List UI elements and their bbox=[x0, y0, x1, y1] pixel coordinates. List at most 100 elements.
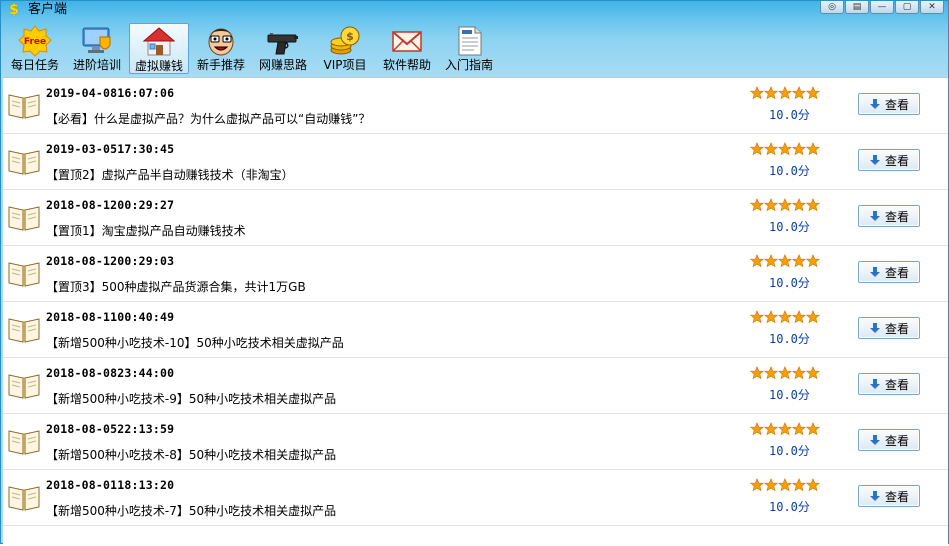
item-title[interactable]: 【置顶2】虚拟产品半自动赚钱技术（非淘宝） bbox=[46, 166, 294, 183]
help-icon: ◎ bbox=[828, 1, 836, 12]
close-button[interactable]: ✕ bbox=[920, 1, 944, 14]
item-score: 10.0分 bbox=[769, 388, 810, 402]
star-icon bbox=[750, 366, 764, 380]
toolbar-item-virtual-earning[interactable]: 虚拟赚钱 bbox=[129, 23, 189, 74]
list-item[interactable]: 2018-08-1100:40:49 【新增500种小吃技术-10】50种小吃技… bbox=[3, 302, 948, 358]
list-item[interactable]: 2018-08-0522:13:59 【新增500种小吃技术-8】50种小吃技术… bbox=[3, 414, 948, 470]
list-item[interactable]: 2019-04-0816:07:06 【必看】什么是虚拟产品？为什么虚拟产品可以… bbox=[3, 78, 948, 134]
star-icon bbox=[806, 366, 820, 380]
list-item[interactable]: 2018-08-0823:44:00 【新增500种小吃技术-9】50种小吃技术… bbox=[3, 358, 948, 414]
view-button-label: 查看 bbox=[884, 97, 909, 112]
star-icon bbox=[778, 422, 792, 436]
toolbar-label: 虚拟赚钱 bbox=[134, 59, 183, 73]
toolbar-item-getting-started[interactable]: 入门指南 bbox=[439, 23, 499, 74]
view-button[interactable]: 查看 bbox=[858, 485, 920, 507]
star-icon bbox=[750, 86, 764, 100]
star-icon bbox=[778, 142, 792, 156]
star-icon bbox=[750, 422, 764, 436]
item-title[interactable]: 【置顶1】淘宝虚拟产品自动赚钱技术 bbox=[46, 222, 246, 239]
toolbar-label: 新手推荐 bbox=[196, 58, 245, 72]
toolbar-item-software-help[interactable]: 软件帮助 bbox=[377, 23, 437, 74]
star-icon bbox=[778, 86, 792, 100]
list-item[interactable]: 2018-08-1200:29:27 【置顶1】淘宝虚拟产品自动赚钱技术 10.… bbox=[3, 190, 948, 246]
item-score: 10.0分 bbox=[769, 164, 810, 178]
star-icon bbox=[792, 198, 806, 212]
item-score: 10.0分 bbox=[769, 444, 810, 458]
star-icon bbox=[806, 86, 820, 100]
star-icon bbox=[764, 86, 778, 100]
star-icon bbox=[806, 422, 820, 436]
view-button-label: 查看 bbox=[884, 265, 909, 280]
star-icon bbox=[806, 142, 820, 156]
star-icon bbox=[792, 478, 806, 492]
item-date: 2018-08-1200:29:03 bbox=[46, 254, 175, 268]
view-button[interactable]: 查看 bbox=[858, 205, 920, 227]
item-title[interactable]: 【必看】什么是虚拟产品？为什么虚拟产品可以“自动赚钱”？ bbox=[46, 110, 370, 127]
toolbar-item-vip-projects[interactable]: $ VIP项目 bbox=[315, 23, 375, 74]
toolbar-item-daily-tasks[interactable]: Free 每日任务 bbox=[5, 23, 65, 74]
svg-text:$: $ bbox=[346, 30, 354, 43]
open-book-icon bbox=[8, 150, 40, 175]
rating-stars bbox=[750, 198, 822, 212]
toolbar-item-advanced-training[interactable]: 进阶培训 bbox=[67, 23, 127, 74]
rating-stars bbox=[750, 310, 822, 324]
star-icon bbox=[806, 198, 820, 212]
view-button-label: 查看 bbox=[884, 489, 909, 504]
star-icon bbox=[764, 478, 778, 492]
free-badge-icon: Free bbox=[18, 25, 52, 57]
item-title[interactable]: 【新增500种小吃技术-10】50种小吃技术相关虚拟产品 bbox=[46, 334, 344, 351]
list-item[interactable]: 2018-08-0118:13:20 【新增500种小吃技术-7】50种小吃技术… bbox=[3, 470, 948, 526]
download-arrow-icon bbox=[869, 155, 880, 165]
item-title[interactable]: 【新增500种小吃技术-7】50种小吃技术相关虚拟产品 bbox=[46, 502, 336, 519]
item-title[interactable]: 【新增500种小吃技术-8】50种小吃技术相关虚拟产品 bbox=[46, 446, 336, 463]
star-icon bbox=[806, 254, 820, 268]
open-book-icon bbox=[8, 206, 40, 231]
item-score: 10.0分 bbox=[769, 220, 810, 234]
app-window: $ 客户端 ◎ ▤ — ▢ ✕ Free 每日任务 进阶培训 虚拟赚钱 新手推荐… bbox=[0, 0, 949, 546]
open-book-icon bbox=[8, 374, 40, 399]
restore-button[interactable]: ▢ bbox=[895, 1, 919, 14]
item-title[interactable]: 【置顶3】500种虚拟产品货源合集，共计1万GB bbox=[46, 278, 306, 295]
item-title[interactable]: 【新增500种小吃技术-9】50种小吃技术相关虚拟产品 bbox=[46, 390, 336, 407]
window-controls: ◎ ▤ — ▢ ✕ bbox=[820, 1, 944, 15]
star-icon bbox=[764, 310, 778, 324]
monitor-shield-icon bbox=[82, 27, 111, 53]
view-button[interactable]: 查看 bbox=[858, 93, 920, 115]
minimize-icon: — bbox=[877, 1, 887, 12]
toolbar-item-online-earning-ideas[interactable]: 网赚思路 bbox=[253, 23, 313, 74]
pistol-icon bbox=[267, 33, 298, 55]
rating-stars bbox=[750, 142, 822, 156]
list-item[interactable]: 2019-03-0517:30:45 【置顶2】虚拟产品半自动赚钱技术（非淘宝）… bbox=[3, 134, 948, 190]
toolbar-label: 进阶培训 bbox=[72, 58, 121, 72]
view-button[interactable]: 查看 bbox=[858, 429, 920, 451]
item-date: 2019-03-0517:30:45 bbox=[46, 142, 175, 156]
toolbar-label: VIP项目 bbox=[323, 58, 367, 72]
star-icon bbox=[792, 254, 806, 268]
open-book-icon bbox=[8, 486, 40, 511]
star-icon bbox=[764, 366, 778, 380]
view-button[interactable]: 查看 bbox=[858, 373, 920, 395]
view-button[interactable]: 查看 bbox=[858, 149, 920, 171]
toolbar-label: 每日任务 bbox=[10, 58, 59, 72]
toolbar-item-beginner-recommend[interactable]: 新手推荐 bbox=[191, 23, 251, 74]
item-date: 2018-08-0823:44:00 bbox=[46, 366, 175, 380]
close-icon: ✕ bbox=[928, 1, 936, 12]
list-item[interactable]: 2018-08-1200:29:03 【置顶3】500种虚拟产品货源合集，共计1… bbox=[3, 246, 948, 302]
gold-coins-icon: $ bbox=[330, 26, 360, 55]
title-bar[interactable]: $ 客户端 ◎ ▤ — ▢ ✕ bbox=[1, 1, 948, 19]
item-date: 2018-08-0118:13:20 bbox=[46, 478, 175, 492]
view-button-label: 查看 bbox=[884, 321, 909, 336]
view-button[interactable]: 查看 bbox=[858, 317, 920, 339]
menu-button[interactable]: ▤ bbox=[845, 1, 869, 14]
item-date: 2018-08-0522:13:59 bbox=[46, 422, 175, 436]
minimize-button[interactable]: — bbox=[870, 1, 894, 14]
star-icon bbox=[778, 198, 792, 212]
star-icon bbox=[764, 422, 778, 436]
star-icon bbox=[792, 366, 806, 380]
star-icon bbox=[750, 478, 764, 492]
star-icon bbox=[750, 310, 764, 324]
download-arrow-icon bbox=[869, 211, 880, 221]
help-button[interactable]: ◎ bbox=[820, 1, 844, 14]
view-button[interactable]: 查看 bbox=[858, 261, 920, 283]
star-icon bbox=[750, 142, 764, 156]
